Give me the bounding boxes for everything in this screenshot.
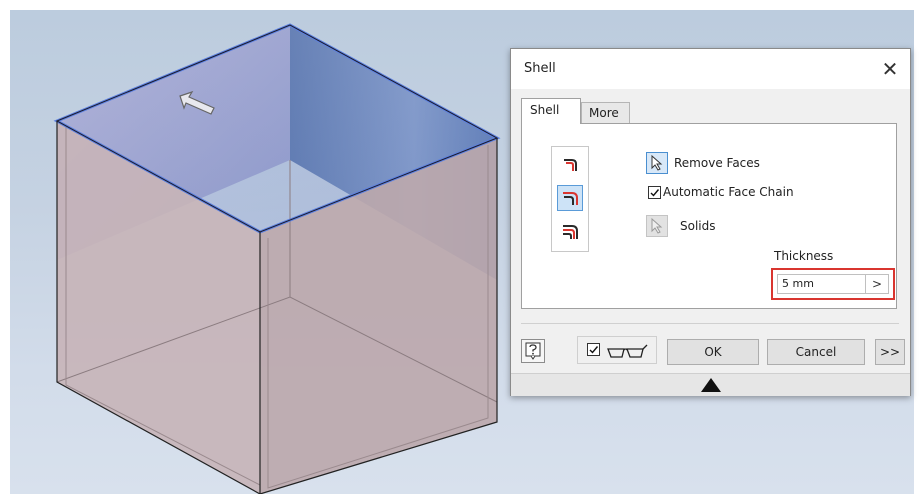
solids-button[interactable] <box>646 215 668 237</box>
checkmark-icon <box>650 189 660 197</box>
thickness-flyout-button[interactable]: > <box>865 274 889 294</box>
solids-label: Solids <box>680 219 716 233</box>
shell-tab-panel: Remove Faces Automatic Face Chain Solids… <box>521 123 897 309</box>
collapse-arrow-icon[interactable] <box>701 378 721 392</box>
ok-button[interactable]: OK <box>667 339 759 365</box>
cancel-button[interactable]: Cancel <box>767 339 865 365</box>
remove-faces-label: Remove Faces <box>674 156 760 170</box>
remove-faces-button[interactable] <box>646 152 668 174</box>
tab-shell[interactable]: Shell <box>521 98 581 124</box>
shell-both-sides-button[interactable] <box>557 219 583 245</box>
close-button[interactable]: ✕ <box>878 57 902 81</box>
help-button[interactable] <box>521 339 545 363</box>
checkmark-icon <box>589 346 599 354</box>
collapse-bar <box>511 373 910 396</box>
shell-inside-button[interactable] <box>557 151 583 177</box>
automatic-face-chain-checkbox[interactable] <box>648 186 661 199</box>
shell-outside-button[interactable] <box>557 185 583 211</box>
preview-checkbox[interactable] <box>587 343 600 356</box>
dialog-title: Shell <box>524 61 556 76</box>
expand-button[interactable]: >> <box>875 339 905 365</box>
shell-both-sides-icon <box>563 225 578 239</box>
thickness-label: Thickness <box>774 249 834 263</box>
tab-more[interactable]: More <box>581 102 630 124</box>
preview-group <box>577 336 657 364</box>
select-cursor-icon <box>651 217 663 234</box>
divider <box>521 323 899 324</box>
shell-dialog: Shell ✕ Shell More Remove Faces Automati… <box>510 48 911 396</box>
shell-inside-icon <box>564 159 577 171</box>
automatic-face-chain-label: Automatic Face Chain <box>663 185 794 199</box>
shell-outside-icon <box>563 192 578 205</box>
direction-group <box>551 146 589 252</box>
title-bar[interactable]: Shell ✕ <box>511 49 910 89</box>
select-cursor-icon <box>651 154 663 171</box>
thickness-input[interactable]: 5 mm <box>777 274 865 294</box>
help-icon <box>525 342 541 360</box>
glasses-icon <box>607 344 648 358</box>
direction-arrow-icon <box>179 90 215 115</box>
thickness-highlight: 5 mm > <box>771 268 895 300</box>
